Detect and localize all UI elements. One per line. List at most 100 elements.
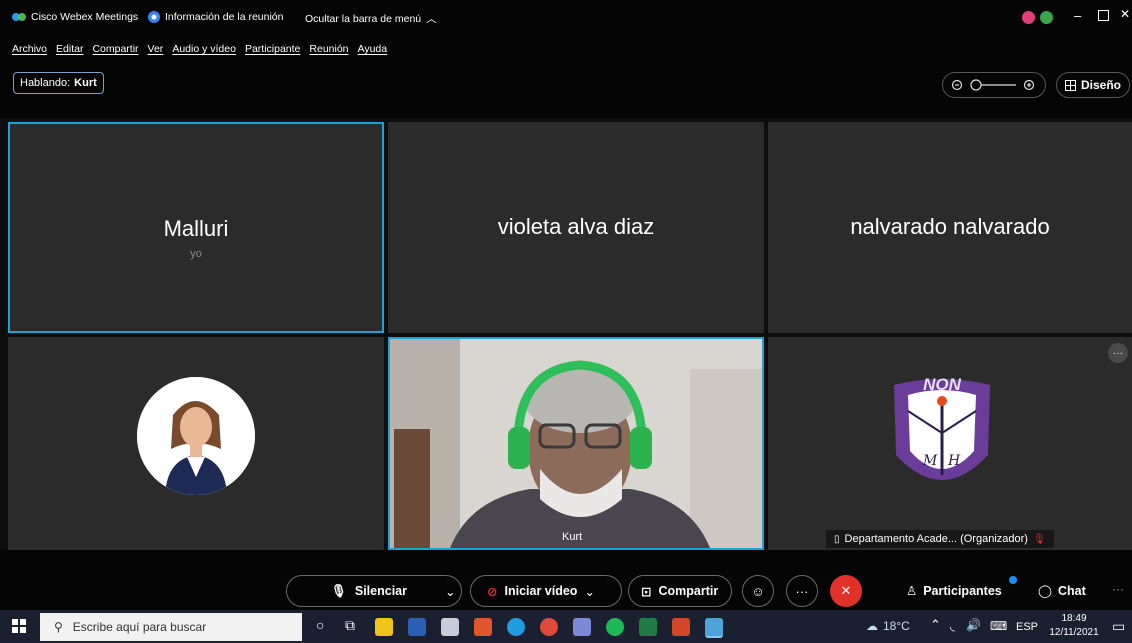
spotify-icon[interactable] (606, 618, 624, 636)
clock[interactable]: 18:49 12/11/2021 (1046, 612, 1102, 640)
participant-name: Kurt (562, 531, 583, 543)
menu-reunion[interactable]: Reunión (309, 43, 348, 55)
layout-label: Diseño (1080, 78, 1121, 92)
menu-editar[interactable]: Editar (56, 43, 83, 55)
grid-icon (1064, 79, 1076, 91)
menu-archivo[interactable]: Archivo (12, 43, 47, 55)
share-icon: ⊡ (641, 584, 652, 599)
menu-audio-video[interactable]: Audio y vídeo (172, 43, 236, 55)
task-view-icon[interactable]: ⧉ (345, 617, 355, 634)
more-options-icon[interactable]: ··· (1108, 343, 1128, 363)
chevron-down-icon[interactable]: ⌄ (445, 584, 455, 599)
minimize-icon[interactable]: – (1074, 8, 1081, 23)
participant-name: nalvarado nalvarado (850, 214, 1050, 239)
mute-button[interactable]: 🎙 Silenciar ⌄ (286, 575, 462, 607)
weather-temp: 18°C (883, 619, 910, 633)
search-icon: ⚲ (54, 620, 63, 634)
participant-tile-kurt[interactable]: Kurt (388, 337, 764, 550)
chevron-up-icon: ︿ (426, 13, 437, 25)
volume-icon[interactable]: 🔊 (966, 618, 981, 632)
start-video-button[interactable]: ⊘ Iniciar vídeo ⌄ (470, 575, 622, 607)
video-grid: Malluri yo violeta alva diaz nalvarado n… (8, 122, 1132, 550)
webex-logo-icon (12, 13, 26, 21)
tray-chevron-up-icon[interactable]: ⌃ (930, 617, 941, 633)
active-speaker-badge: Hablando: Kurt (13, 72, 104, 94)
app-icon[interactable] (474, 618, 492, 636)
file-explorer-icon[interactable] (375, 618, 393, 636)
microphone-icon: 🎙 (331, 583, 347, 598)
zoom-controls (951, 79, 1035, 91)
layout-button[interactable]: Diseño (1056, 72, 1130, 98)
participant-tile-organizer[interactable]: M H NON ··· ▯ Departamento Acade... (Org… (768, 337, 1132, 550)
cortana-icon[interactable]: ○ (316, 617, 324, 633)
chat-button[interactable]: ◯ Chat (1038, 583, 1086, 599)
app-title-text: Cisco Webex Meetings (31, 11, 139, 23)
more-icon: ··· (795, 583, 809, 599)
close-icon[interactable]: ✕ (1120, 7, 1130, 21)
menu-ver[interactable]: Ver (148, 43, 164, 55)
chrome-icon[interactable] (540, 618, 558, 636)
participant-name-label: ▯ Departamento Acade... (Organizador) 🎙 (826, 530, 1054, 548)
notifications-icon[interactable]: ▭ (1112, 618, 1125, 635)
meeting-info-button[interactable]: Información de la reunión (148, 11, 284, 23)
menu-participante[interactable]: Participante (245, 43, 300, 55)
hide-menu-label: Ocultar la barra de menú (305, 12, 422, 25)
word-icon[interactable] (408, 618, 426, 636)
share-button[interactable]: ⊡ Compartir (628, 575, 732, 607)
video-off-icon: ⊘ (487, 584, 498, 599)
emoji-icon: ☺ (751, 583, 765, 599)
svg-text:M: M (922, 453, 938, 469)
windows-start-icon[interactable] (12, 619, 26, 638)
more-button[interactable]: ··· (786, 575, 818, 607)
participant-tile-self[interactable]: Malluri yo (8, 122, 384, 333)
taskbar-search[interactable]: ⚲ Escribe aquí para buscar (40, 613, 302, 641)
cloud-icon: ☁ (866, 619, 878, 633)
search-placeholder: Escribe aquí para buscar (72, 620, 207, 634)
participant-tile-nalvarado[interactable]: nalvarado nalvarado (768, 122, 1132, 333)
chevron-down-icon[interactable]: ⌄ (584, 584, 594, 599)
participants-button[interactable]: ♙ Participantes (906, 583, 1002, 599)
avatar-photo (137, 377, 255, 495)
end-call-button[interactable]: ✕ (830, 575, 862, 607)
close-icon: ✕ (840, 583, 852, 598)
app-title: Cisco Webex Meetings (12, 11, 138, 23)
chat-label: Chat (1058, 583, 1086, 598)
language-indicator[interactable]: ESP (1016, 621, 1038, 633)
video-feed (390, 339, 762, 548)
participant-tile-violeta[interactable]: violeta alva diaz (388, 122, 764, 333)
clock-date: 12/11/2021 (1049, 627, 1099, 638)
menu-ayuda[interactable]: Ayuda (358, 43, 388, 55)
video-label: Iniciar vídeo (504, 584, 578, 598)
app-icon[interactable] (441, 618, 459, 636)
muted-mic-icon: 🎙 (1032, 533, 1046, 545)
network-icon[interactable]: ◟ (950, 619, 955, 633)
svg-text:H: H (947, 453, 961, 469)
signal-indicator-icon (1040, 11, 1053, 24)
menu-compartir[interactable]: Compartir (92, 43, 138, 55)
participant-tile-photo[interactable] (8, 337, 384, 550)
powerpoint-icon[interactable] (672, 618, 690, 636)
meeting-info-label: Información de la reunión (165, 11, 284, 23)
restore-icon[interactable] (1098, 10, 1109, 21)
participant-video-label: Kurt (554, 528, 590, 546)
participants-label: Participantes (923, 583, 1002, 598)
app-icon[interactable] (573, 618, 591, 636)
speaking-label: Hablando: (20, 77, 71, 89)
clock-time: 18:49 (1061, 613, 1087, 624)
webex-icon[interactable] (705, 618, 723, 638)
weather-widget[interactable]: ☁ 18°C (866, 619, 910, 633)
overflow-icon[interactable]: ··· (1112, 582, 1124, 596)
speaking-name: Kurt (74, 77, 97, 89)
participant-self-label: yo (190, 248, 202, 260)
hide-menu-button[interactable]: Ocultar la barra de menú ︿ (305, 11, 437, 26)
participant-name: violeta alva diaz (497, 214, 655, 239)
reactions-button[interactable]: ☺ (742, 575, 774, 607)
chat-icon: ◯ (1038, 584, 1052, 598)
excel-icon[interactable] (639, 618, 657, 636)
keyboard-icon[interactable]: ⌨ (990, 619, 1007, 633)
mute-label: Silenciar (354, 584, 407, 598)
zoom-slider[interactable] (942, 72, 1046, 98)
edge-icon[interactable] (507, 618, 525, 636)
logo-text: NON (923, 375, 961, 394)
participant-name: Malluri (163, 216, 229, 241)
